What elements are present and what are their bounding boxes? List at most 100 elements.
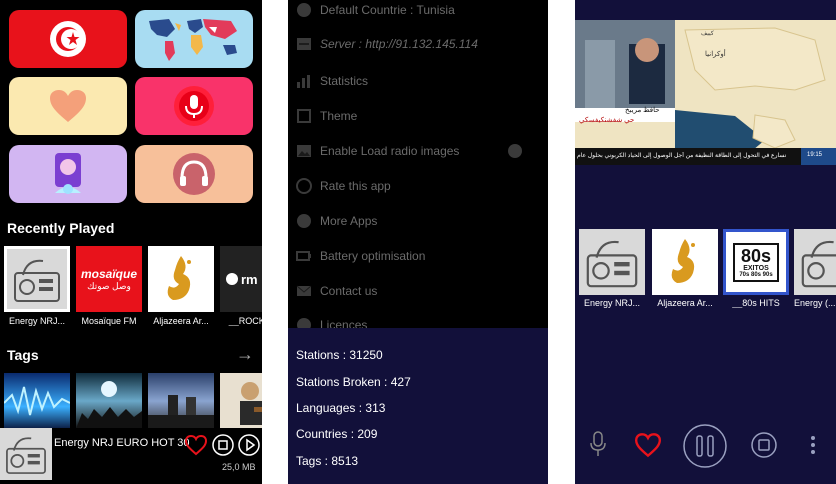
menu-label: Battery optimisation <box>320 249 426 263</box>
radio-icon <box>794 229 836 295</box>
video-stream[interactable]: حافظ مريبخ حي شفشنكيفسكي أوكرانيا كييف ن… <box>575 20 836 165</box>
aljazeera-logo <box>148 246 214 312</box>
tile-favorites[interactable] <box>9 77 127 135</box>
menu-battery[interactable]: Battery optimisation <box>294 244 534 268</box>
stop-icon[interactable] <box>212 434 234 456</box>
recent-station-label: __ROCK_... <box>228 316 262 326</box>
flag-icon <box>294 0 314 20</box>
hits80-line2: 70s 80s 90s <box>739 271 773 278</box>
recent-station-energy[interactable]: Energy NRJ... <box>4 246 70 326</box>
tags-title: Tags <box>7 347 39 363</box>
recent-station-label: Mosaïque FM <box>81 316 137 326</box>
statistics-dialog: Stations : 31250 Stations Broken : 427 L… <box>288 328 548 484</box>
station-label: Energy (... <box>794 298 836 308</box>
menu-server[interactable]: Server : http://91.132.145.114 <box>294 32 534 56</box>
mosaique-logo: mosaïque وصل صوتك <box>76 246 142 312</box>
menu-rate-app[interactable]: Rate this app <box>294 174 534 198</box>
tag-thumb[interactable] <box>4 373 70 429</box>
menu-contact[interactable]: Contact us <box>294 279 534 303</box>
menu-default-country[interactable]: Default Countrie : Tunisia <box>294 0 534 22</box>
hits80-big: 80s <box>740 245 772 266</box>
recent-station-label: Aljazeera Ar... <box>153 316 209 326</box>
recent-station-rock[interactable]: rm __ROCK_... <box>220 246 262 326</box>
home-screen: Recently Played Energy NRJ... mosaïque و… <box>0 0 262 484</box>
rate-icon <box>294 176 314 196</box>
stat-stations: Stations : 31250 <box>296 348 383 362</box>
now-playing-title: Energy NRJ EURO HOT 30 <box>54 437 190 449</box>
menu-label: Default Countrie : Tunisia <box>320 3 455 17</box>
heart-icon <box>50 90 86 122</box>
arrow-right-icon[interactable]: → <box>236 344 254 365</box>
radio-icon <box>4 246 70 312</box>
now-playing-bar[interactable]: Energy NRJ EURO HOT 30 25,0 MB <box>0 428 262 484</box>
microphone-icon <box>174 86 214 126</box>
play-circle-icon[interactable] <box>238 434 260 456</box>
settings-screen: Default Countrie : Tunisia Server : http… <box>288 0 548 484</box>
station-label: Energy NRJ... <box>583 298 641 308</box>
hits80-line1: EXITOS <box>743 264 769 272</box>
station-label: Aljazeera Ar... <box>657 298 713 308</box>
news-map-visual <box>575 20 836 165</box>
station-thumb-80s[interactable]: 80s EXITOS 70s 80s 90s <box>723 229 789 295</box>
menu-label: Contact us <box>320 284 378 298</box>
recent-station-label: Energy NRJ... <box>8 316 66 326</box>
microphone-icon[interactable] <box>589 430 607 458</box>
favorite-heart-icon[interactable] <box>184 434 208 456</box>
player-screen: حافظ مريبخ حي شفشنكيفسكي أوكرانيا كييف ن… <box>575 0 836 484</box>
tile-languages[interactable] <box>9 145 127 203</box>
toggle-switch[interactable] <box>508 144 522 158</box>
menu-enable-images[interactable]: Enable Load radio images <box>294 139 534 163</box>
rm-logo-text: rm <box>241 271 258 287</box>
station-label: __80s HITS <box>732 298 780 308</box>
menu-label: Theme <box>320 109 358 123</box>
map-label-ukraine: أوكرانيا <box>705 51 726 58</box>
menu-statistics[interactable]: Statistics <box>294 69 534 93</box>
menu-more-apps[interactable]: More Apps <box>294 209 534 233</box>
tag-thumb[interactable] <box>148 373 214 429</box>
more-options-icon[interactable] <box>809 434 817 456</box>
recent-station-aljazeera[interactable]: Aljazeera Ar... <box>148 246 214 326</box>
rm-logo: rm <box>220 246 262 312</box>
map-label-kyiv: كييف <box>701 31 714 37</box>
band-stage-icon <box>148 395 214 429</box>
hits80-logo: 80s EXITOS 70s 80s 90s <box>733 242 779 282</box>
mosaique-logo-sub: وصل صوتك <box>87 280 131 291</box>
concert-crowd-icon <box>76 381 142 429</box>
station-thumb-energy-2[interactable] <box>794 229 836 295</box>
sound-wave-icon <box>4 386 70 416</box>
cartoon-singer-icon <box>55 153 81 194</box>
guitarist-icon <box>240 382 262 425</box>
recent-station-mosaique[interactable]: mosaïque وصل صوتك Mosaïque FM <box>76 246 142 326</box>
menu-theme[interactable]: Theme <box>294 104 534 128</box>
stop-icon[interactable] <box>751 432 777 458</box>
headphones-icon <box>173 153 215 195</box>
aljazeera-logo <box>671 239 695 283</box>
battery-icon <box>294 246 314 266</box>
tag-thumb[interactable] <box>76 373 142 429</box>
world-map-icon <box>149 19 237 61</box>
recently-played-title: Recently Played <box>7 220 115 236</box>
menu-label: Rate this app <box>320 179 391 193</box>
theme-icon <box>294 106 314 126</box>
menu-label: Statistics <box>320 74 369 88</box>
station-thumb-aljazeera[interactable] <box>652 229 718 295</box>
now-playing-radio-icon <box>0 428 52 480</box>
broadcast-time: 19:15 <box>807 152 823 158</box>
pause-icon[interactable] <box>682 423 728 469</box>
cache-size-label: 25,0 MB <box>222 462 256 472</box>
mail-icon <box>294 281 314 301</box>
chart-icon <box>294 71 314 91</box>
server-icon <box>294 34 314 54</box>
video-lower-third-name: حافظ مريبخ <box>625 107 660 114</box>
tunisia-flag-icon <box>50 21 86 57</box>
favorite-heart-icon[interactable] <box>633 432 663 458</box>
tile-tags[interactable] <box>135 145 253 203</box>
station-thumb-energy[interactable] <box>579 229 645 295</box>
tile-default-country[interactable] <box>9 10 127 68</box>
tag-thumb[interactable] <box>220 373 262 429</box>
tile-world-countries[interactable] <box>135 10 253 68</box>
play-icon <box>226 273 238 285</box>
stat-stations-broken: Stations Broken : 427 <box>296 375 411 389</box>
video-lower-third-location: حي شفشنكيفسكي <box>579 117 635 124</box>
tile-voice-search[interactable] <box>135 77 253 135</box>
